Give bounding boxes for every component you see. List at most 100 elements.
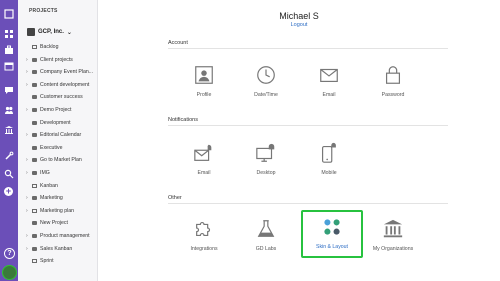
folder-icon xyxy=(32,246,37,251)
tile-label: Desktop xyxy=(256,170,276,176)
sidebar-project-item[interactable]: › Demo Project xyxy=(18,104,97,116)
profile-icon xyxy=(195,66,213,84)
tile-label: Email xyxy=(322,92,336,98)
add-icon[interactable]: + xyxy=(4,187,13,196)
tile-email[interactable]: Email xyxy=(298,60,360,108)
sidebar-project-item[interactable]: › Editorial Calendar xyxy=(18,129,97,141)
sidebar-item-label: New Project xyxy=(40,220,68,227)
tile-label: Date/Time xyxy=(254,92,278,98)
projects-sidebar: PROJECTS GCP, Inc. ⌄ Backlog › Client proj… xyxy=(18,0,98,281)
sidebar-item-label: Kanban xyxy=(40,182,58,189)
tile-label: Profile xyxy=(196,92,212,98)
tile-email-notifications[interactable]: Email xyxy=(173,138,235,186)
company-logo-icon xyxy=(27,28,35,36)
tile-date-time[interactable]: Date/Time xyxy=(235,60,297,108)
divider xyxy=(168,203,448,204)
sidebar-project-item[interactable]: Customer success xyxy=(18,91,97,103)
folder-icon xyxy=(32,82,37,87)
tile-profile[interactable]: Profile xyxy=(173,60,235,108)
board-icon xyxy=(32,45,37,49)
sidebar-item-label: Executive xyxy=(40,144,63,151)
sidebar-item-label: Product management xyxy=(40,233,90,239)
sidebar-project-item[interactable]: › IMG xyxy=(18,167,97,179)
chat-icon[interactable] xyxy=(3,84,15,96)
logout-link[interactable]: Logout xyxy=(98,22,500,28)
building-icon xyxy=(383,219,403,238)
user-name: Michael S xyxy=(279,11,319,21)
sidebar-project-item[interactable]: › Go to Market Plan xyxy=(18,154,97,166)
folder-icon xyxy=(32,221,37,226)
folder-icon xyxy=(32,234,37,238)
sidebar-item-label: Demo Project xyxy=(40,107,72,113)
folder-icon xyxy=(32,196,37,201)
briefcase-icon[interactable] xyxy=(3,44,15,56)
sidebar-project-item[interactable]: › Company Event Plan... xyxy=(18,66,97,78)
sidebar-project-item[interactable]: › Marketing plan xyxy=(18,205,97,217)
clock-icon xyxy=(257,66,275,84)
help-icon[interactable]: ? xyxy=(4,248,15,259)
envelope-bell-icon xyxy=(194,144,213,161)
tile-integrations[interactable]: Integrations xyxy=(173,214,235,262)
folder-icon xyxy=(32,108,37,112)
bank-icon[interactable] xyxy=(3,124,15,136)
board-icon xyxy=(32,183,37,188)
sidebar-project-item[interactable]: › Sales Kanban xyxy=(18,243,97,255)
sidebar-project-item[interactable]: › Marketing xyxy=(18,192,97,204)
folder-icon xyxy=(32,57,37,62)
tile-label: Integrations xyxy=(190,246,218,252)
sidebar-item-label: Customer success xyxy=(40,94,83,101)
tile-my-organizations[interactable]: My Organizations xyxy=(362,214,424,262)
monitor-bell-icon xyxy=(256,143,276,162)
sidebar-heading: PROJECTS xyxy=(29,8,58,14)
flask-icon xyxy=(257,220,275,237)
puzzle-icon xyxy=(196,222,211,237)
tile-skin-layout[interactable]: Skin & Layout xyxy=(301,210,363,258)
tools-icon[interactable] xyxy=(3,150,15,162)
folder-icon xyxy=(32,133,37,138)
tile-desktop-notifications[interactable]: Desktop xyxy=(235,138,297,186)
dots-icon xyxy=(324,219,340,235)
sidebar-project-item[interactable]: Executive xyxy=(18,142,97,154)
folder-icon xyxy=(32,120,37,125)
sidebar-item-label: Backlog xyxy=(40,44,59,50)
folder-icon xyxy=(32,95,37,100)
folder-icon xyxy=(32,145,37,150)
calendar-icon[interactable] xyxy=(3,60,15,72)
tile-gd-labs[interactable]: GD Labs xyxy=(235,214,297,262)
sidebar-project-item[interactable]: Sprint xyxy=(18,255,97,267)
board-icon xyxy=(32,208,37,213)
app-rail: + ? xyxy=(0,0,18,281)
tile-label: Skin & Layout xyxy=(315,244,348,250)
chevron-down-icon: ⌄ xyxy=(66,29,72,36)
grid-icon[interactable] xyxy=(3,28,15,40)
board-icon xyxy=(32,259,37,264)
divider xyxy=(168,48,448,49)
sidebar-project-item[interactable]: Backlog xyxy=(18,41,97,53)
company-selector[interactable]: GCP, Inc. ⌄ xyxy=(27,28,72,36)
avatar[interactable] xyxy=(2,265,17,280)
sidebar-project-item[interactable]: › Client projects xyxy=(18,54,97,66)
folder-icon xyxy=(32,158,37,163)
tile-mobile-notifications[interactable]: Mobile xyxy=(298,138,360,186)
people-icon[interactable] xyxy=(3,104,15,116)
folder-icon xyxy=(32,171,37,175)
sidebar-item-label: Sales Kanban xyxy=(40,245,73,252)
sidebar-project-item[interactable]: Kanban xyxy=(18,180,97,192)
sidebar-item-label: Development xyxy=(40,119,71,126)
sidebar-item-label: Go to Market Plan xyxy=(40,157,82,164)
tile-label: Mobile xyxy=(321,170,337,176)
tile-label: GD Labs xyxy=(255,246,277,252)
sidebar-item-label: Content development xyxy=(40,81,90,88)
section-title-other: Other xyxy=(168,195,182,201)
sidebar-project-item[interactable]: New Project xyxy=(18,217,97,229)
tile-label: My Organizations xyxy=(372,246,414,252)
folder-icon xyxy=(32,70,37,75)
sidebar-project-item[interactable]: › Product management xyxy=(18,230,97,242)
sidebar-project-item[interactable]: Development xyxy=(18,117,97,129)
search-icon[interactable] xyxy=(3,168,15,180)
sidebar-project-item[interactable]: › Content development xyxy=(18,79,97,91)
lock-icon xyxy=(385,66,401,84)
tile-password[interactable]: Password xyxy=(362,60,424,108)
sidebar-item-label: Marketing xyxy=(40,195,63,202)
home-icon[interactable] xyxy=(3,8,15,20)
